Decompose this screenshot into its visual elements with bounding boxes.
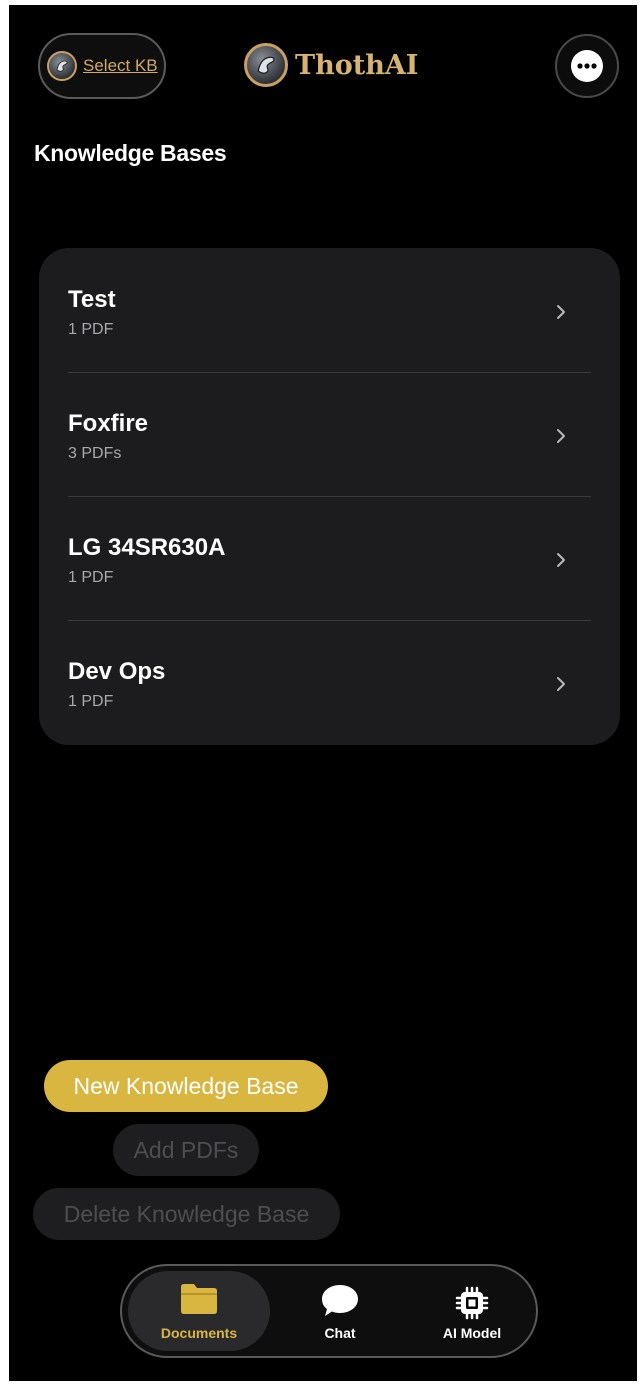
chevron-right-icon (557, 677, 565, 691)
tab-bar: Documents Chat AI Model (120, 1264, 538, 1358)
tab-documents[interactable]: Documents (128, 1271, 270, 1351)
folder-icon (181, 1284, 217, 1314)
kb-pdf-count: 1 PDF (68, 693, 114, 710)
kb-name: Test (68, 286, 116, 313)
tab-label: Chat (324, 1325, 356, 1341)
more-options-button[interactable] (555, 34, 619, 98)
kb-row-test[interactable]: Test 1 PDF (39, 248, 620, 372)
tab-ai-model[interactable]: AI Model (422, 1266, 522, 1356)
chevron-right-icon (557, 553, 565, 567)
add-pdfs-button[interactable]: Add PDFs (113, 1124, 259, 1176)
logo-icon (244, 43, 288, 87)
tab-chat[interactable]: Chat (300, 1266, 380, 1356)
ellipsis-circle-icon (571, 50, 603, 82)
kb-pdf-count: 3 PDFs (68, 445, 122, 462)
knowledge-base-list: Test 1 PDF Foxfire 3 PDFs LG 34SR630A 1 … (39, 248, 620, 745)
kb-name: LG 34SR630A (68, 534, 226, 561)
select-kb-button[interactable]: Select KB (38, 33, 166, 99)
kb-pdf-count: 1 PDF (68, 569, 114, 586)
chevron-right-icon (557, 305, 565, 319)
delete-knowledge-base-button[interactable]: Delete Knowledge Base (33, 1188, 340, 1240)
kb-row-dev-ops[interactable]: Dev Ops 1 PDF (39, 620, 620, 744)
app-screen: Select KB ThothAI Knowledge Bases Test 1… (9, 5, 637, 1381)
kb-name: Dev Ops (68, 658, 166, 685)
chip-icon (455, 1286, 489, 1320)
logo-icon (47, 51, 77, 81)
tab-label: AI Model (442, 1325, 502, 1341)
kb-row-foxfire[interactable]: Foxfire 3 PDFs (39, 372, 620, 496)
tab-label: Documents (160, 1325, 238, 1341)
new-knowledge-base-button[interactable]: New Knowledge Base (44, 1060, 328, 1112)
kb-name: Foxfire (68, 410, 149, 437)
chevron-right-icon (557, 429, 565, 443)
chat-bubble-icon (322, 1285, 358, 1316)
select-kb-link[interactable]: Select KB (83, 56, 158, 76)
app-brand: ThothAI (244, 43, 418, 87)
kb-row-lg-34sr630a[interactable]: LG 34SR630A 1 PDF (39, 496, 620, 620)
kb-pdf-count: 1 PDF (68, 321, 114, 338)
brand-name: ThothAI (295, 49, 419, 81)
page-title: Knowledge Bases (34, 140, 227, 166)
